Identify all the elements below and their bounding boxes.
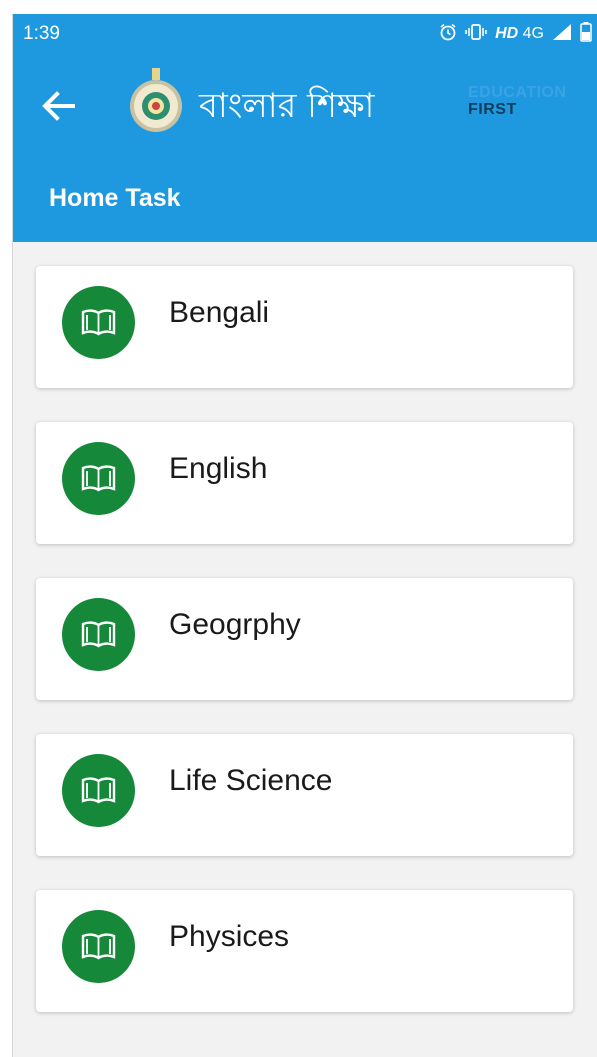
status-icons: HD 4G xyxy=(439,21,592,47)
subject-label: Physices xyxy=(169,920,290,953)
subject-label: English xyxy=(169,452,268,485)
subject-icon-circle xyxy=(62,910,135,983)
brand-line-2: FIRST xyxy=(468,101,517,118)
book-icon xyxy=(81,309,116,336)
subject-label: Bengali xyxy=(169,296,270,329)
alarm-icon xyxy=(439,23,457,46)
hd-indicator: HD xyxy=(495,25,519,42)
subject-icon-circle xyxy=(62,442,135,515)
app-screen: 1:39 HD 4G বাংলার শিক্ষা EDUCATION FIRST… xyxy=(12,14,597,1057)
back-arrow-icon xyxy=(42,91,75,121)
page-title: Home Task xyxy=(49,184,181,212)
subject-label: Geogrphy xyxy=(169,608,301,641)
subject-icon-circle xyxy=(62,286,135,359)
subject-card-english[interactable]: English xyxy=(36,422,573,544)
status-bar: 1:39 HD 4G xyxy=(13,14,597,54)
book-icon xyxy=(81,465,116,492)
app-bar: বাংলার শিক্ষা EDUCATION FIRST Home Task xyxy=(13,54,597,242)
vibrate-icon xyxy=(465,23,487,46)
book-icon xyxy=(81,621,116,648)
subject-card-geography[interactable]: Geogrphy xyxy=(36,578,573,700)
subject-label: Life Science xyxy=(169,764,333,797)
book-icon xyxy=(81,933,116,960)
government-emblem-logo xyxy=(126,68,186,134)
signal-icon xyxy=(552,23,572,46)
subject-list: Bengali English Geogrphy Life Science Ph… xyxy=(36,266,573,1046)
subject-card-life-science[interactable]: Life Science xyxy=(36,734,573,856)
app-title-bengali: বাংলার শিক্ষা xyxy=(199,86,375,126)
status-time: 1:39 xyxy=(23,23,60,44)
subject-icon-circle xyxy=(62,598,135,671)
book-icon xyxy=(81,777,116,804)
subject-card-physics[interactable]: Physices xyxy=(36,890,573,1012)
education-first-logo: EDUCATION FIRST xyxy=(468,84,566,118)
network-type: 4G xyxy=(522,25,544,42)
brand-line-1: EDUCATION xyxy=(468,84,567,101)
battery-icon xyxy=(580,21,592,47)
subject-card-bengali[interactable]: Bengali xyxy=(36,266,573,388)
subject-icon-circle xyxy=(62,754,135,827)
back-button[interactable] xyxy=(37,84,81,128)
